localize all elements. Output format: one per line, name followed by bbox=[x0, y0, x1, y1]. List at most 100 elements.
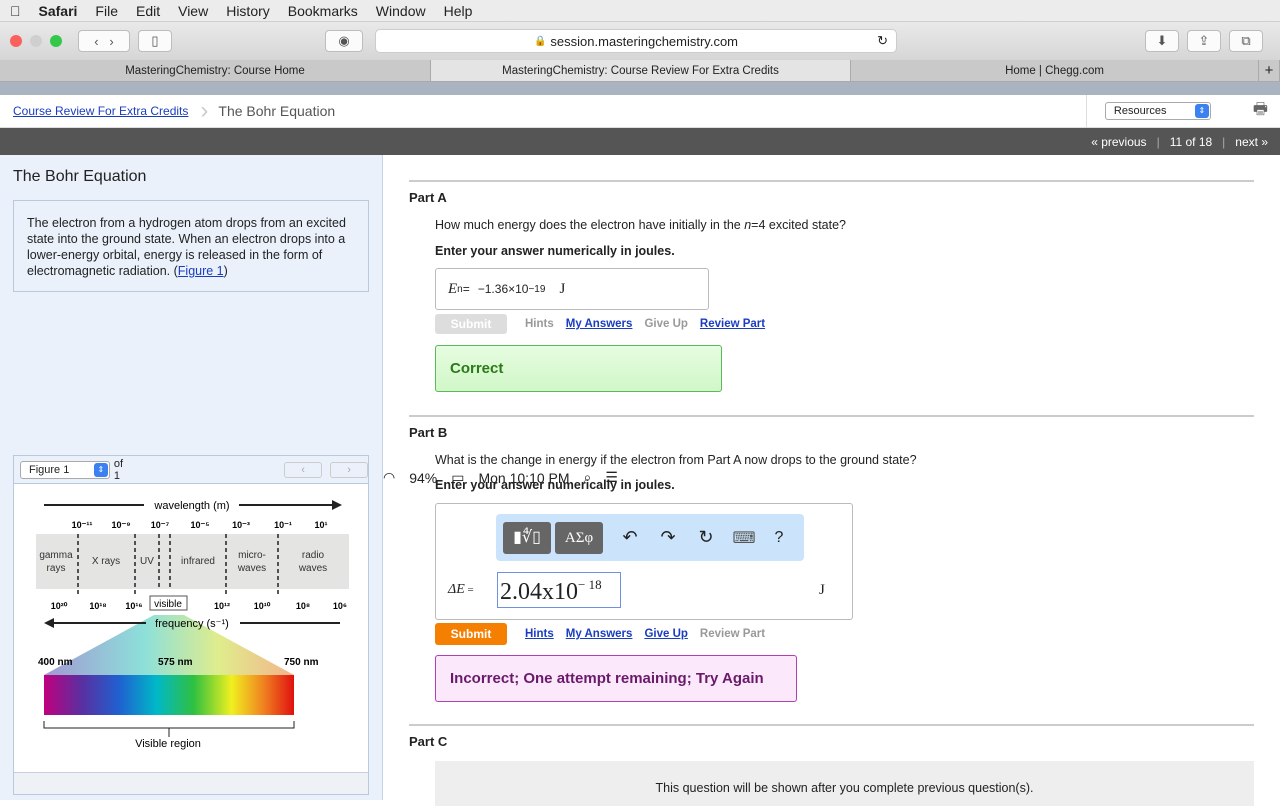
part-b-submit-button[interactable]: Submit bbox=[435, 623, 507, 645]
resources-label: Resources bbox=[1113, 105, 1167, 117]
unit: J bbox=[559, 280, 566, 297]
reload-icon[interactable]: ↻ bbox=[877, 33, 888, 49]
tab-course-review[interactable]: MasteringChemistry: Course Review For Ex… bbox=[431, 60, 851, 81]
wl-tick: 10⁻⁵ bbox=[191, 520, 210, 530]
zoom-window-button[interactable] bbox=[50, 35, 62, 47]
part-a-label: Part A bbox=[409, 190, 447, 205]
nm-label: 750 nm bbox=[284, 657, 319, 668]
menu-bookmarks[interactable]: Bookmarks bbox=[288, 3, 358, 19]
region-label: waves bbox=[237, 563, 266, 574]
problem-title: The Bohr Equation bbox=[13, 168, 147, 185]
apple-icon[interactable]:  bbox=[10, 3, 21, 19]
breadcrumb-current: The Bohr Equation bbox=[218, 103, 336, 119]
templates-button[interactable]: ▮∜▯ bbox=[503, 521, 551, 554]
keyboard-icon[interactable]: ⌨ bbox=[731, 528, 757, 548]
figure-count: of 1 bbox=[113, 457, 124, 482]
menu-help[interactable]: Help bbox=[444, 3, 473, 19]
part-a-submit-button: Submit bbox=[435, 314, 507, 334]
greek-symbols-button[interactable]: ΑΣφ bbox=[555, 521, 603, 554]
eq: = bbox=[462, 282, 470, 296]
fq-tick: 10⁶ bbox=[333, 601, 347, 611]
figure-footer bbox=[14, 772, 368, 794]
address-bar[interactable]: 🔒 session.masteringchemistry.com ↻ bbox=[375, 29, 897, 53]
undo-icon[interactable]: ↶ bbox=[617, 527, 643, 548]
part-a-feedback-correct: Correct bbox=[435, 345, 722, 392]
region-label: UV bbox=[140, 556, 154, 567]
var: ΔE bbox=[448, 582, 465, 597]
wl-tick: 10⁻¹¹ bbox=[72, 520, 93, 530]
part-a-instruction: Enter your answer numerically in joules. bbox=[435, 244, 675, 258]
pagination-bar: « previous | 11 of 18 | next » bbox=[0, 128, 1280, 155]
downloads-icon[interactable]: ⬇ bbox=[1145, 30, 1179, 52]
new-tab-button[interactable]: + bbox=[1259, 60, 1280, 81]
sidebar-icon[interactable]: ▯ bbox=[138, 30, 172, 52]
visible-region-label: Visible region bbox=[135, 738, 201, 750]
menu-view[interactable]: View bbox=[178, 3, 208, 19]
eq: = bbox=[464, 584, 474, 596]
region-label: infrared bbox=[181, 556, 215, 567]
figure-select-label: Figure 1 bbox=[29, 463, 70, 476]
menu-bar:  Safari File Edit View History Bookmark… bbox=[0, 0, 1280, 486]
figure-link[interactable]: Figure 1 bbox=[178, 264, 224, 278]
menu-window[interactable]: Window bbox=[376, 3, 426, 19]
fq-tick: 10¹⁰ bbox=[254, 601, 271, 611]
menu-edit[interactable]: Edit bbox=[136, 3, 160, 19]
part-b-review: Review Part bbox=[699, 628, 766, 640]
tab-course-home[interactable]: MasteringChemistry: Course Home bbox=[0, 60, 431, 81]
minimize-window-button[interactable] bbox=[30, 35, 42, 47]
region-label: X rays bbox=[92, 556, 120, 567]
previous-link[interactable]: « previous bbox=[1091, 135, 1146, 149]
share-icon[interactable]: ⇪ bbox=[1187, 30, 1221, 52]
part-a-my-answers-link[interactable]: My Answers bbox=[566, 318, 633, 330]
breadcrumb-link[interactable]: Course Review For Extra Credits bbox=[13, 104, 188, 118]
part-b-hints-link[interactable]: Hints bbox=[525, 628, 554, 640]
reset-icon[interactable]: ↻ bbox=[693, 527, 719, 548]
frequency-label: frequency (s⁻¹) bbox=[155, 618, 229, 630]
resources-select[interactable]: Resources ⇕ bbox=[1104, 102, 1211, 120]
part-a-answer: −1.36×10 bbox=[477, 282, 529, 296]
tabs-icon[interactable]: ⧉ bbox=[1229, 30, 1263, 52]
browser-toolbar: ‹ › ▯ ◉ 🔒 session.masteringchemistry.com ↻… bbox=[0, 22, 1280, 60]
wl-tick: 10⁻¹ bbox=[274, 520, 292, 530]
close-window-button[interactable] bbox=[10, 35, 22, 47]
answer-exponent: − 18 bbox=[578, 577, 602, 592]
menu-file[interactable]: File bbox=[95, 3, 118, 19]
select-arrows-icon: ⇕ bbox=[93, 462, 108, 477]
privacy-icon[interactable]: ◉ bbox=[325, 30, 363, 52]
part-b-my-answers-link[interactable]: My Answers bbox=[566, 628, 633, 640]
fq-tick: 10¹² bbox=[214, 601, 230, 611]
url-text: session.masteringchemistry.com bbox=[550, 33, 739, 49]
part-b-give-up-link[interactable]: Give Up bbox=[644, 628, 687, 640]
fq-tick: 10⁸ bbox=[296, 601, 310, 611]
math-toolbar: ▮∜▯ ΑΣφ ↶ ↷ ↻ ⌨ ? bbox=[496, 514, 804, 561]
redo-icon[interactable]: ↷ bbox=[655, 527, 681, 548]
q-pre: How much energy does the electron have i… bbox=[435, 218, 745, 232]
figure-panel: Figure 1 ⇕ of 1 ‹ › wavelength (m) 10⁻¹¹ … bbox=[13, 455, 369, 795]
part-a-give-up: Give Up bbox=[644, 318, 688, 330]
back-forward-buttons[interactable]: ‹ › bbox=[78, 30, 130, 52]
print-icon[interactable]: 🖶 bbox=[1253, 98, 1268, 125]
nm-label: 575 nm bbox=[158, 657, 193, 668]
region-label: rays bbox=[47, 563, 66, 574]
figure-select[interactable]: Figure 1 ⇕ bbox=[20, 460, 110, 479]
chevron-right-icon: › bbox=[200, 97, 209, 124]
help-icon[interactable]: ? bbox=[769, 529, 789, 547]
part-b-question: What is the change in energy if the elec… bbox=[435, 453, 917, 467]
var: E bbox=[448, 280, 458, 297]
select-arrows-icon: ⇕ bbox=[1194, 104, 1209, 118]
visible-label: visible bbox=[154, 599, 182, 610]
menu-app[interactable]: Safari bbox=[39, 3, 78, 19]
menu-history[interactable]: History bbox=[226, 3, 270, 19]
part-b-answer-input[interactable]: 2.04x10− 18 bbox=[497, 572, 621, 608]
part-c-locked-message: This question will be shown after you co… bbox=[435, 761, 1254, 806]
part-a-review-link[interactable]: Review Part bbox=[700, 318, 765, 330]
part-b-feedback-incorrect: Incorrect; One attempt remaining; Try Ag… bbox=[435, 655, 797, 702]
figure-prev-button[interactable]: ‹ bbox=[284, 461, 323, 478]
tab-chegg[interactable]: Home | Chegg.com bbox=[851, 60, 1259, 81]
next-link[interactable]: next » bbox=[1235, 135, 1268, 149]
delta-e-label: ΔE = bbox=[448, 582, 474, 598]
figure-next-button[interactable]: › bbox=[330, 461, 368, 478]
unit: J bbox=[819, 582, 825, 598]
problem-intro: The electron from a hydrogen atom drops … bbox=[13, 200, 369, 292]
intro-end: ) bbox=[223, 264, 228, 278]
